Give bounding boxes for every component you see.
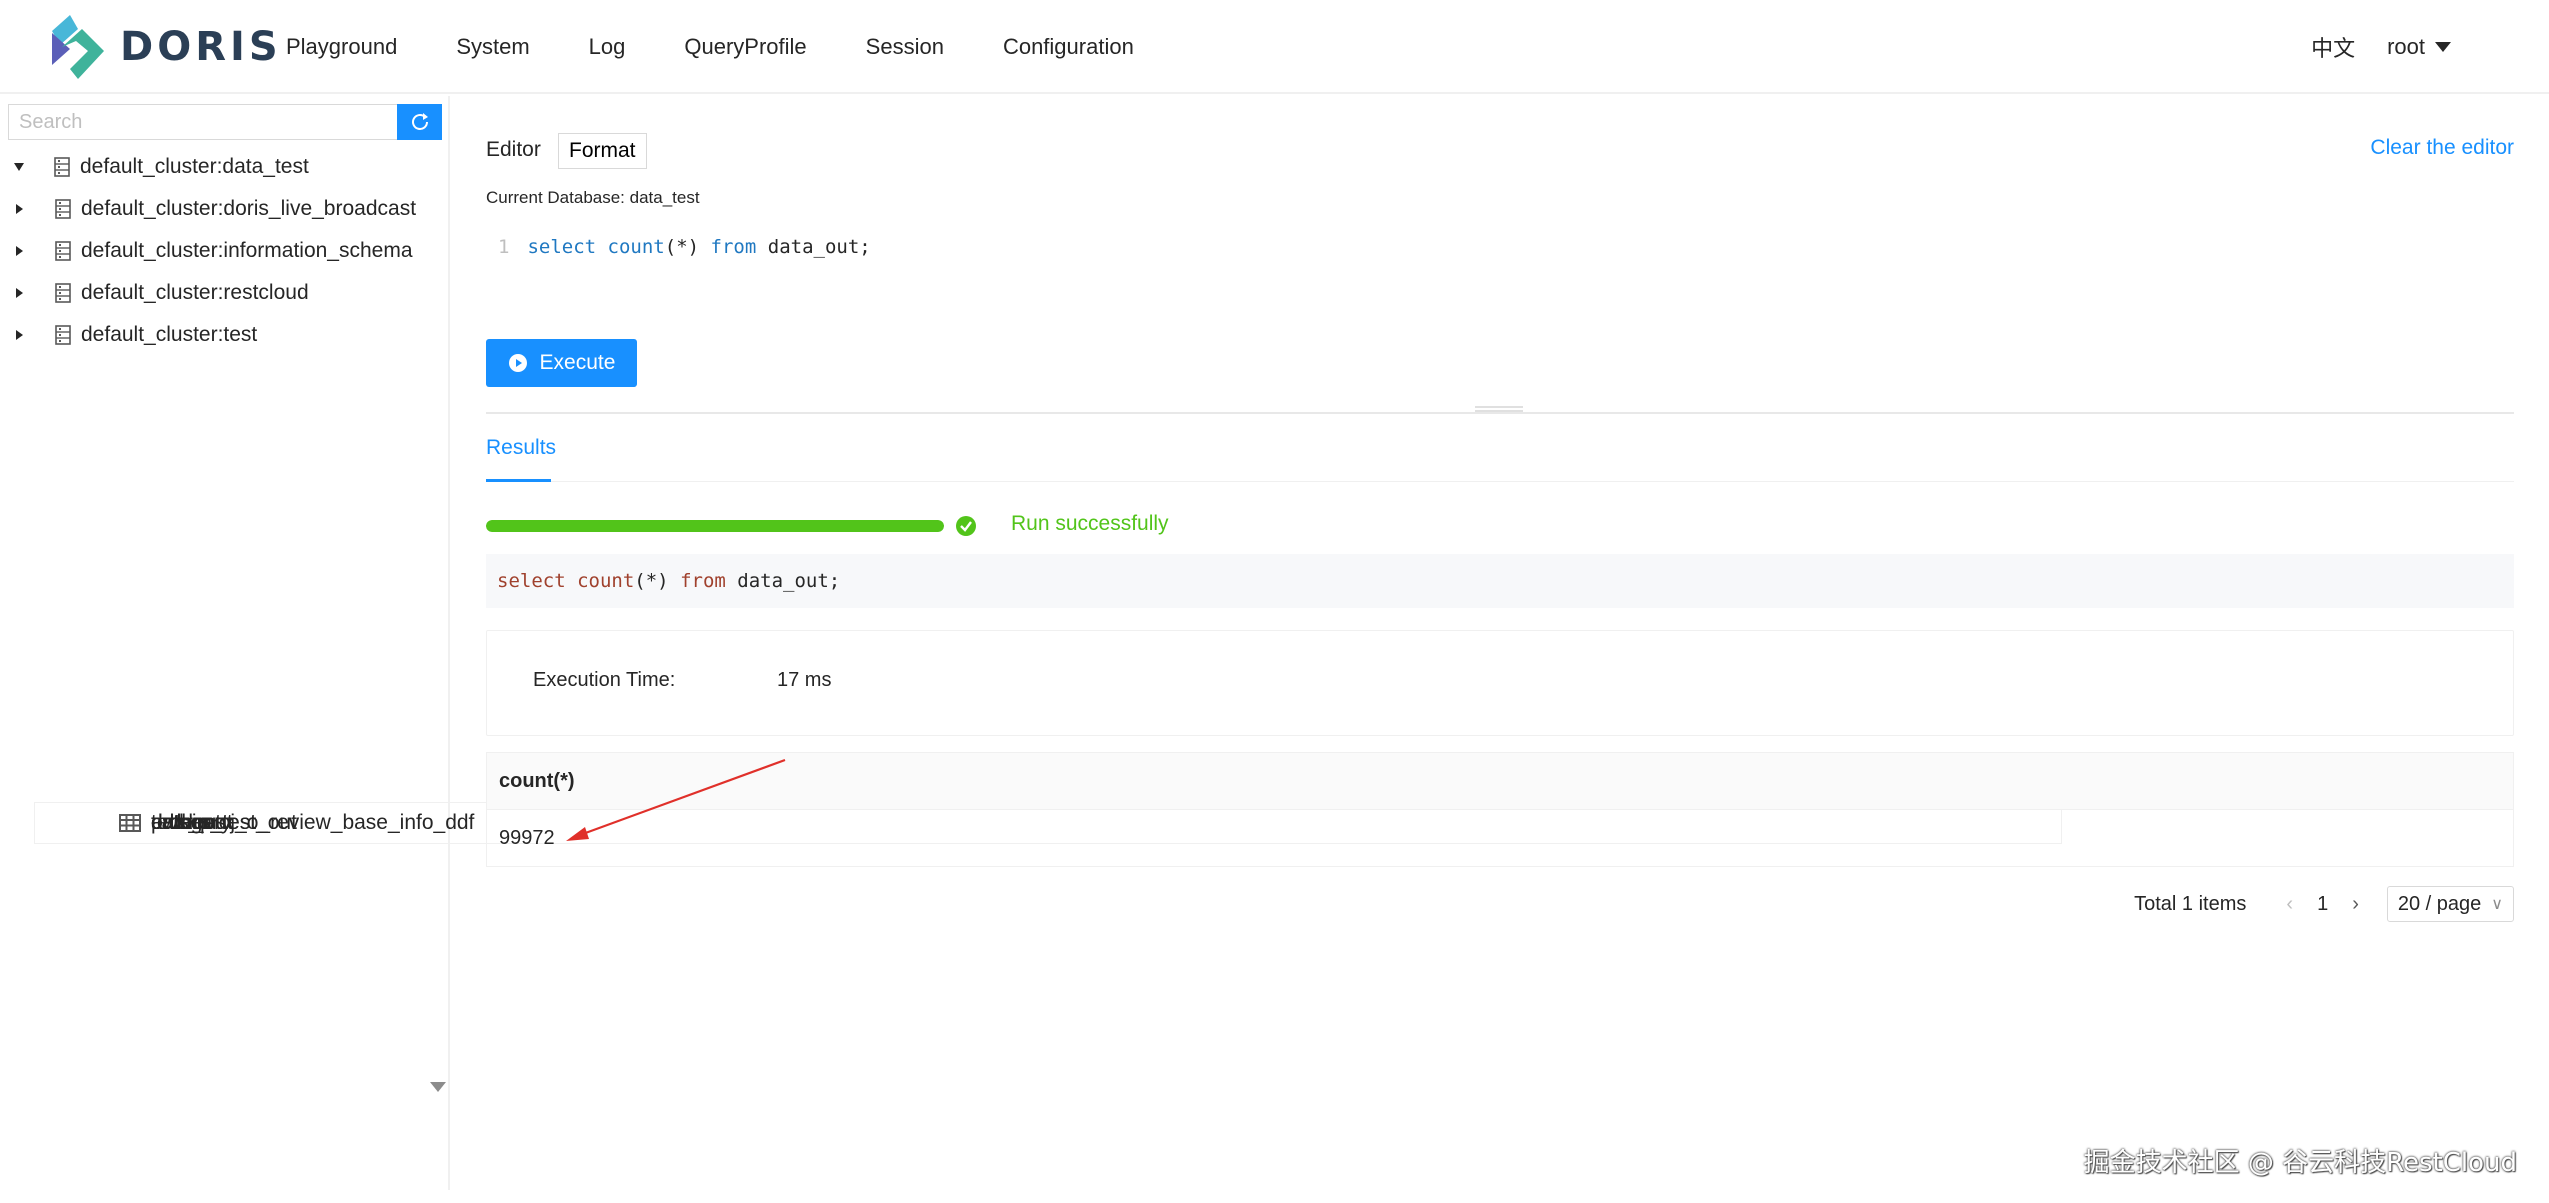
watermark: 掘金技术社区 @ 谷云科技RestCloud [2083,1148,2517,1178]
nav-playground[interactable]: Playground [286,34,397,60]
nav-configuration[interactable]: Configuration [1003,34,1134,60]
pagination: Total 1 items ‹ 1 › 20 / page ∨ [2134,886,2514,922]
database-icon [55,283,71,303]
nav-system[interactable]: System [456,34,529,60]
check-circle-icon [956,516,976,536]
clear-editor-link[interactable]: Clear the editor [2370,136,2514,160]
tree-db-label: default_cluster:data_test [80,155,309,178]
sql-editor[interactable]: 1 select count(*) from data_out; [498,236,871,258]
collapsed-caret-icon[interactable] [16,204,23,214]
prev-page-icon[interactable]: ‹ [2286,893,2293,916]
refresh-icon [411,113,428,130]
tree-db-data-test[interactable]: default_cluster:data_test [0,146,440,188]
executed-sql: select count (*) from data_out; [486,554,2514,608]
sql-keyword: select [497,570,566,592]
column-header: count(*) [499,769,575,792]
code-args: (*) [664,236,700,258]
resize-handle[interactable] [1475,406,1523,416]
progress-bar [486,520,944,532]
database-icon [55,199,71,219]
tab-active-ink [486,479,551,482]
run-status: Run successfully [1011,512,1169,535]
execute-label: Execute [539,351,616,374]
tree-db-test[interactable]: default_cluster:test [0,314,440,356]
tree-db-information-schema[interactable]: default_cluster:information_schema [0,230,440,272]
expanded-caret-icon[interactable] [14,163,24,171]
code-keyword: from [710,236,757,258]
search-box [8,104,444,140]
nav-log[interactable]: Log [589,34,626,60]
format-button[interactable]: Format [558,133,647,169]
database-icon [55,241,71,261]
page-size-select[interactable]: 20 / page ∨ [2386,886,2514,922]
page-number[interactable]: 1 [2317,893,2328,916]
logo-text: DORIS [120,24,282,70]
user-name: root [2387,34,2425,59]
header-right: 中文 root [2311,0,2451,94]
editor-label: Editor [486,138,541,161]
database-sidebar: default_cluster:data_test address admin … [0,96,2062,1190]
table-row: 99972 [487,810,2513,866]
tree-db-label: default_cluster:doris_live_broadcast [81,197,417,220]
table-header: count(*) [487,753,2513,810]
chevron-down-icon: ∨ [2491,896,2503,913]
user-menu[interactable]: root [2387,34,2451,60]
sql-table: data_out; [737,570,841,592]
collapsed-caret-icon[interactable] [16,288,23,298]
database-icon [55,325,71,345]
sql-function: count [577,570,635,592]
tree-db-restcloud[interactable]: default_cluster:restcloud [0,272,440,314]
code-keyword: select [527,236,597,258]
code-function: count [607,236,665,258]
progress-fill [486,520,944,532]
tab-bar-line [486,481,2514,482]
pagination-total: Total 1 items [2134,892,2247,915]
code-table: data_out; [767,236,871,258]
top-header: DORIS Playground System Log QueryProfile… [0,0,2549,94]
tree-db-doris-live-broadcast[interactable]: default_cluster:doris_live_broadcast [0,188,440,230]
results-table: count(*) 99972 [486,752,2514,867]
line-number: 1 [498,236,510,258]
tree-db-label: default_cluster:test [81,323,258,346]
caret-down-icon [2435,42,2451,52]
execution-info-card: Execution Time: 17 ms [486,630,2514,736]
execute-button[interactable]: Execute [486,339,637,387]
sql-keyword: from [680,570,726,592]
playground-main: Editor Format Clear the editor Current D… [452,96,2549,1196]
doris-logo-icon [52,15,104,79]
nav-session[interactable]: Session [866,34,944,60]
main-nav: Playground System Log QueryProfile Sessi… [286,0,1193,94]
tree-db-label: default_cluster:information_schema [81,239,413,262]
nav-queryprofile[interactable]: QueryProfile [684,34,806,60]
tree-db-label: default_cluster:restcloud [81,281,309,304]
table-cell: 99972 [499,826,555,849]
database-icon [54,157,70,177]
doris-logo[interactable]: DORIS [48,10,282,84]
scroll-down-arrow-icon[interactable] [430,1082,446,1092]
database-tree: default_cluster:data_test address admin … [0,146,2062,844]
tree-table-label: techer [151,811,210,834]
next-page-icon[interactable]: › [2352,893,2359,916]
language-switch[interactable]: 中文 [2311,31,2355,63]
table-icon [119,814,141,832]
execution-time-value: 17 ms [777,669,832,691]
execution-time-label: Execution Time: [533,669,676,691]
page-size-value: 20 / page [2397,892,2482,915]
search-input[interactable] [8,104,397,140]
refresh-button[interactable] [397,104,442,140]
tab-results[interactable]: Results [486,436,556,460]
play-circle-icon [508,354,527,372]
collapsed-caret-icon[interactable] [16,246,23,256]
collapsed-caret-icon[interactable] [16,330,23,340]
sql-args: (*) [634,570,669,592]
current-database: Current Database: data_test [486,188,700,207]
